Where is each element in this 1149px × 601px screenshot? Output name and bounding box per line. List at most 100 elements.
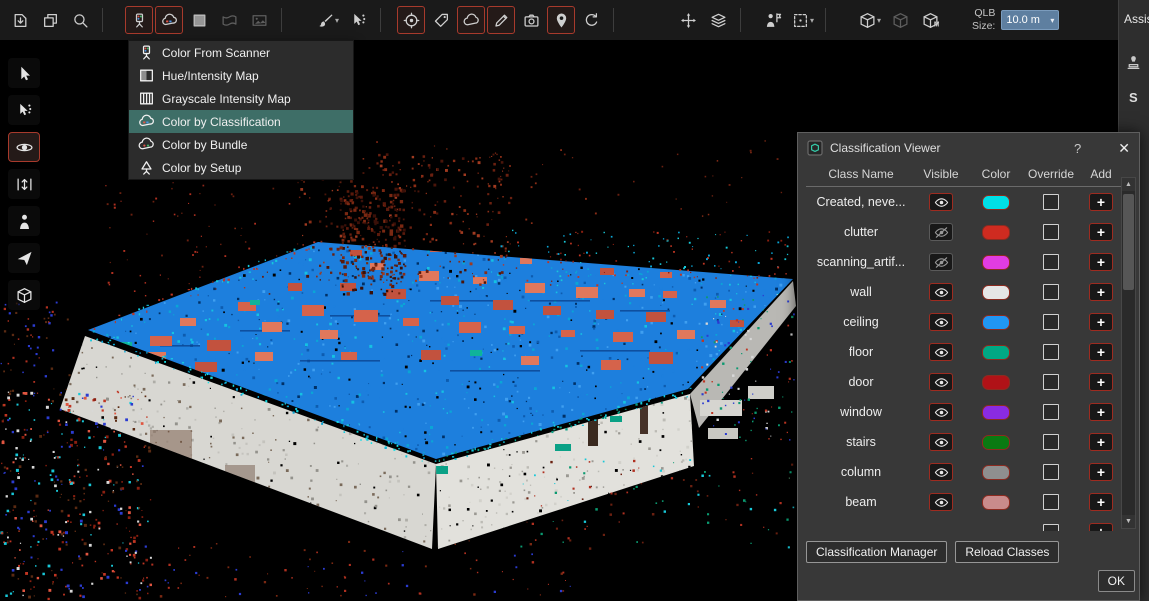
color-swatch[interactable] [982,195,1010,210]
override-checkbox[interactable] [1043,194,1059,210]
scroll-down-button[interactable]: ▼ [1122,515,1135,528]
menu-item-hue-intensity-map[interactable]: Hue/Intensity Map [129,64,353,87]
color-from-scanner-button[interactable] [125,6,153,34]
override-checkbox[interactable] [1043,254,1059,270]
markup-pen-button[interactable] [487,6,515,34]
walkthrough-tool-button[interactable] [8,206,40,236]
scrollbar[interactable]: ▲ ▼ [1121,177,1136,529]
visibility-toggle-button[interactable] [929,283,953,301]
override-checkbox[interactable] [1043,524,1059,531]
qlb-size-select[interactable]: 10.0 m ▾ [1001,10,1059,30]
add-class-button[interactable]: + [1089,193,1113,211]
layers-button[interactable] [704,6,732,34]
rotate-view-button[interactable] [577,6,605,34]
pan-tool-button[interactable] [8,169,40,199]
class-row: window + [806,397,1126,427]
override-checkbox[interactable] [1043,404,1059,420]
classification-manager-button[interactable]: Classification Manager [806,541,947,563]
menu-item-color-by-setup[interactable]: Color by Setup [129,156,353,179]
select-tool-button[interactable] [8,58,40,88]
solid-color-button[interactable] [185,6,213,34]
override-checkbox[interactable] [1043,464,1059,480]
visibility-toggle-button[interactable] [929,493,953,511]
add-class-button[interactable]: + [1089,313,1113,331]
clipping-box-tool-button[interactable] [8,280,40,310]
add-class-button[interactable]: + [1089,403,1113,421]
menu-item-color-by-classification[interactable]: Color by Classification [129,110,353,133]
color-swatch[interactable] [982,495,1010,510]
visibility-toggle-button[interactable] [929,223,953,241]
assistant-tool-icon[interactable] [1125,54,1142,71]
help-button[interactable]: ? [1074,141,1081,156]
add-class-button[interactable]: + [1089,253,1113,271]
override-checkbox[interactable] [1043,434,1059,450]
override-checkbox[interactable] [1043,314,1059,330]
scroll-thumb[interactable] [1123,194,1134,290]
color-swatch[interactable] [982,315,1010,330]
pen-icon [493,12,510,29]
menu-item-grayscale-intensity-map[interactable]: Grayscale Intensity Map [129,87,353,110]
override-checkbox[interactable] [1043,374,1059,390]
tag-button[interactable] [427,6,455,34]
chevron-down-icon[interactable]: ▾ [877,16,881,25]
visibility-toggle-button[interactable] [929,253,953,271]
reload-classes-button[interactable]: Reload Classes [955,541,1059,563]
import-project-button[interactable] [6,6,34,34]
ok-button[interactable]: OK [1098,570,1135,592]
color-swatch[interactable] [982,285,1010,300]
zoom-button[interactable] [66,6,94,34]
duplicate-window-button[interactable] [36,6,64,34]
add-class-button[interactable]: + [1089,343,1113,361]
pick-points-button[interactable] [344,6,372,34]
menu-item-color-by-bundle[interactable]: Color by Bundle [129,133,353,156]
add-class-button[interactable]: + [1089,463,1113,481]
add-class-button[interactable]: + [1089,433,1113,451]
paint-tool-button[interactable]: ▾ [314,6,342,34]
orbit-tool-button[interactable] [8,132,40,162]
override-checkbox[interactable] [1043,224,1059,240]
color-swatch[interactable] [982,225,1010,240]
selection-mode-button[interactable]: ▾ [789,6,817,34]
transform-axes-button[interactable] [674,6,702,34]
visibility-toggle-button[interactable] [929,403,953,421]
override-checkbox[interactable] [1043,344,1059,360]
override-checkbox[interactable] [1043,284,1059,300]
model-box-button[interactable]: M [916,6,944,34]
visibility-toggle-button[interactable] [929,193,953,211]
fly-tool-button[interactable] [8,243,40,273]
color-by-classification-button[interactable] [155,6,183,34]
color-swatch[interactable] [982,345,1010,360]
class-name-label: door [848,375,873,389]
axes-icon [680,12,697,29]
color-swatch[interactable] [982,465,1010,480]
class-name-label: window [840,405,882,419]
visibility-toggle-button[interactable] [929,463,953,481]
classification-viewer-titlebar[interactable]: Classification Viewer ? ✕ [798,133,1139,163]
snapshot-camera-button[interactable] [517,6,545,34]
clipping-box-button[interactable]: ▾ [856,6,884,34]
color-swatch[interactable] [982,255,1010,270]
menu-item-color-from-scanner[interactable]: Color From Scanner [129,41,353,64]
location-pin-button[interactable] [547,6,575,34]
pick-select-tool-button[interactable] [8,95,40,125]
color-swatch[interactable] [982,435,1010,450]
visibility-toggle-button[interactable] [929,433,953,451]
scroll-up-button[interactable]: ▲ [1122,178,1135,191]
target-marker-button[interactable] [397,6,425,34]
registration-user-button[interactable] [759,6,787,34]
close-icon[interactable]: ✕ [1118,140,1130,157]
chevron-down-icon[interactable]: ▾ [810,16,814,25]
add-class-button[interactable]: + [1089,283,1113,301]
chevron-down-icon[interactable]: ▾ [335,16,339,25]
visibility-toggle-button[interactable] [929,373,953,391]
visibility-toggle-button[interactable] [929,313,953,331]
add-class-button[interactable]: + [1089,493,1113,511]
visibility-toggle-button[interactable] [929,343,953,361]
annotation-cloud-button[interactable] [457,6,485,34]
add-class-button[interactable]: + [1089,223,1113,241]
color-swatch[interactable] [982,375,1010,390]
override-checkbox[interactable] [1043,494,1059,510]
color-swatch[interactable] [982,405,1010,420]
add-class-button[interactable]: + [1089,373,1113,391]
add-class-button[interactable]: + [1089,523,1113,531]
